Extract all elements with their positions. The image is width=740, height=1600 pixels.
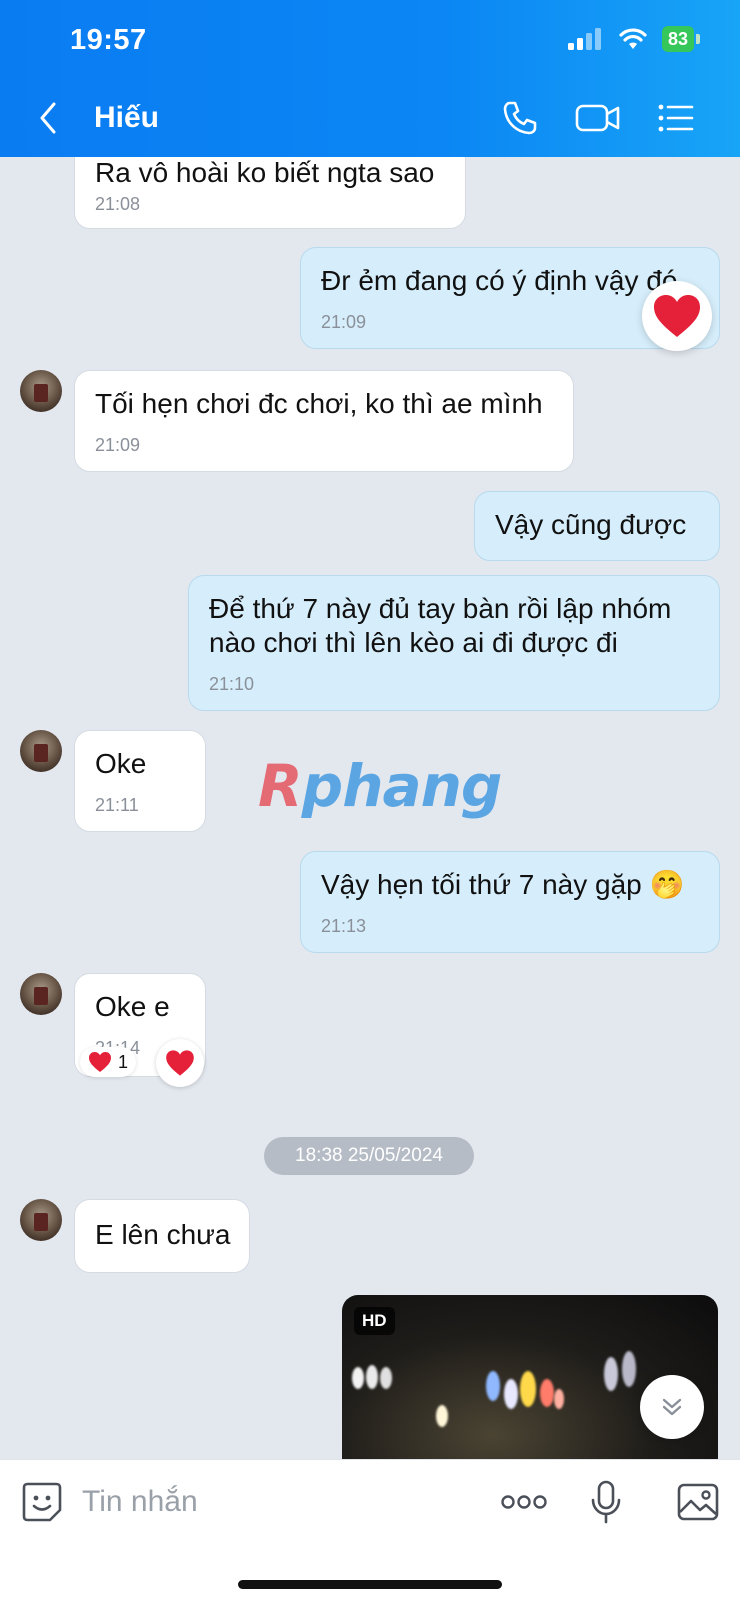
avatar[interactable] xyxy=(20,973,62,1015)
scroll-to-bottom-button[interactable] xyxy=(640,1375,704,1439)
message-time: 21:09 xyxy=(321,312,367,332)
status-icons: 83 xyxy=(567,26,700,52)
heart-reaction-button[interactable] xyxy=(156,1039,204,1087)
message-text: Oke e xyxy=(95,991,170,1022)
date-separator: 18:38 25/05/2024 xyxy=(264,1137,474,1175)
microphone-icon[interactable] xyxy=(590,1480,622,1524)
hd-badge: HD xyxy=(354,1307,395,1335)
incoming-message[interactable]: Tối hẹn chơi đc chơi, ko thì ae mình 21:… xyxy=(74,370,574,472)
chevron-double-down-icon xyxy=(662,1398,682,1416)
message-input-bar xyxy=(0,1459,740,1600)
reaction-count[interactable]: 1 xyxy=(80,1047,137,1077)
message-text: E lên chưa xyxy=(95,1219,231,1250)
message-text: Vậy cũng được xyxy=(495,509,687,540)
heart-icon xyxy=(654,295,700,337)
message-input[interactable] xyxy=(82,1480,382,1524)
avatar[interactable] xyxy=(20,370,62,412)
outgoing-message[interactable]: Vậy cũng được xyxy=(474,491,720,561)
avatar[interactable] xyxy=(20,730,62,772)
back-arrow-icon[interactable] xyxy=(34,100,64,136)
more-dots-icon[interactable] xyxy=(500,1480,548,1524)
incoming-message[interactable]: Oke 21:11 xyxy=(74,730,206,832)
chat-header: 19:57 83 Hiếu xyxy=(0,0,740,157)
message-time: 21:10 xyxy=(209,674,255,694)
video-call-icon[interactable] xyxy=(575,98,621,138)
message-time: 21:11 xyxy=(95,795,139,815)
battery-icon: 83 xyxy=(661,26,700,52)
incoming-message[interactable]: Ra vô hoài ko biết ngta sao 21:08 xyxy=(74,157,466,229)
message-text: Ra vô hoài ko biết ngta sao xyxy=(95,157,435,188)
image-icon[interactable] xyxy=(676,1480,720,1524)
heart-icon xyxy=(89,1051,111,1073)
list-menu-icon[interactable] xyxy=(656,98,696,138)
message-text: Oke xyxy=(95,748,147,779)
message-time: 21:13 xyxy=(321,916,367,936)
outgoing-message[interactable]: Vậy hẹn tối thứ 7 này gặp 🤭 21:13 xyxy=(300,851,720,953)
message-text-line-2: nào chơi thì lên kèo ai đi được đi xyxy=(209,627,618,658)
phone-icon[interactable] xyxy=(500,98,540,138)
status-time: 19:57 xyxy=(70,24,147,56)
message-text: Tối hẹn chơi đc chơi, ko thì ae mình xyxy=(95,388,543,419)
chat-area[interactable]: Ra vô hoài ko biết ngta sao 21:08 Đr ẻm … xyxy=(0,157,740,1459)
heart-reaction-button[interactable] xyxy=(642,281,712,351)
avatar[interactable] xyxy=(20,1199,62,1241)
message-text: Vậy hẹn tối thứ 7 này gặp 🤭 xyxy=(321,869,685,900)
message-time: 21:08 xyxy=(95,194,141,214)
heart-icon xyxy=(166,1050,194,1076)
contact-name[interactable]: Hiếu xyxy=(94,101,159,135)
reaction-count-value: 1 xyxy=(118,1051,129,1072)
outgoing-message[interactable]: Để thứ 7 này đủ tay bàn rồi lập nhóm nào… xyxy=(188,575,720,711)
message-text: Đr ẻm đang có ý định vậy đó xyxy=(321,265,678,296)
battery-level: 83 xyxy=(661,26,694,52)
message-time: 21:09 xyxy=(95,435,141,455)
incoming-message[interactable]: E lên chưa xyxy=(74,1199,250,1273)
sticker-face-icon[interactable] xyxy=(20,1480,64,1524)
watermark-logo: Rphang xyxy=(258,752,502,820)
message-text-line-1: Để thứ 7 này đủ tay bàn rồi lập nhóm xyxy=(209,593,672,624)
wifi-icon xyxy=(619,28,647,49)
signal-icon xyxy=(567,28,601,50)
home-indicator xyxy=(238,1580,502,1589)
